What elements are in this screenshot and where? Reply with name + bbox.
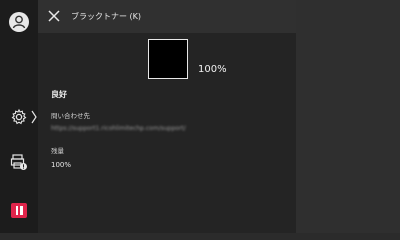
toner-detail-panel: ブラックトナー (K) 100% 良好 問い合わせ先 https://suppo… <box>38 0 296 233</box>
remaining-label: 残量 <box>51 147 64 155</box>
gear-icon[interactable] <box>10 108 28 126</box>
pause-bar-right <box>20 206 23 215</box>
user-icon[interactable] <box>9 12 29 32</box>
printer-info-icon[interactable] <box>10 153 28 171</box>
toner-color-swatch <box>148 39 188 79</box>
page-title: ブラックトナー (K) <box>71 12 142 21</box>
status-text: 良好 <box>51 90 67 99</box>
pause-icon[interactable] <box>11 203 27 218</box>
close-icon[interactable] <box>46 8 62 24</box>
left-sidebar <box>0 0 38 233</box>
contact-label: 問い合わせ先 <box>51 112 90 120</box>
header-bar: ブラックトナー (K) <box>38 0 296 33</box>
chevron-right-icon[interactable] <box>30 108 38 126</box>
pause-bar-left <box>15 206 18 215</box>
right-empty-pane <box>296 0 400 233</box>
toner-level-percent: 100% <box>198 64 227 75</box>
contact-url: https://support1.ricohlimitechp.com/supp… <box>51 125 186 132</box>
remaining-value: 100% <box>51 161 72 169</box>
